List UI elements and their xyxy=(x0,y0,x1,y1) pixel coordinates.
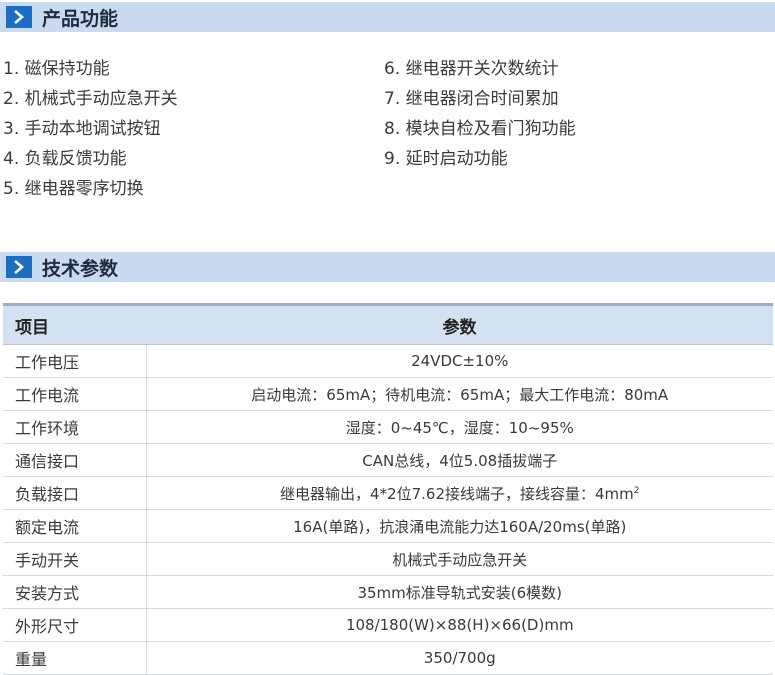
spec-table: 项目 参数 工作电压 24VDC±10% 工作电流 启动电流：65mA；待机电流… xyxy=(3,303,773,675)
chevron-right-icon xyxy=(6,256,32,278)
row-label: 额定电流 xyxy=(3,509,147,543)
column-header-param: 参数 xyxy=(146,303,773,345)
row-value: 108/180(W)×88(H)×66(D)mm xyxy=(146,608,773,642)
row-label: 工作电压 xyxy=(3,344,147,378)
table-row: 工作电压 24VDC±10% xyxy=(3,344,773,378)
table-row: 重量 350/700g xyxy=(3,641,773,675)
table-row: 工作电流 启动电流：65mA；待机电流：65mA；最大工作电流：80mA xyxy=(3,377,773,411)
table-row: 外形尺寸 108/180(W)×88(H)×66(D)mm xyxy=(3,608,773,642)
feature-item: 8. 模块自检及看门狗功能 xyxy=(384,119,576,139)
table-row: 负载接口 继电器输出，4*2位7.62接线端子，接线容量：4mm2 xyxy=(3,476,773,510)
row-label: 重量 xyxy=(3,641,147,675)
row-value: 继电器输出，4*2位7.62接线端子，接线容量：4mm xyxy=(280,484,634,503)
section-header-features: 产品功能 xyxy=(0,2,775,32)
row-value: 湿度：0~45℃，湿度：10~95% xyxy=(146,410,773,444)
row-label: 负载接口 xyxy=(3,476,147,510)
table-row: 工作环境 湿度：0~45℃，湿度：10~95% xyxy=(3,410,773,444)
feature-item: 2. 机械式手动应急开关 xyxy=(3,89,178,109)
row-label: 通信接口 xyxy=(3,443,147,477)
table-row: 手动开关 机械式手动应急开关 xyxy=(3,542,773,576)
feature-item: 7. 继电器闭合时间累加 xyxy=(384,89,559,109)
row-label: 工作环境 xyxy=(3,410,147,444)
row-label: 安装方式 xyxy=(3,575,147,609)
table-row: 通信接口 CAN总线，4位5.08插拔端子 xyxy=(3,443,773,477)
feature-list: 1. 磁保持功能 2. 机械式手动应急开关 3. 手动本地调试按钮 4. 负载反… xyxy=(3,54,773,202)
row-value: 启动电流：65mA；待机电流：65mA；最大工作电流：80mA xyxy=(146,377,773,411)
row-value: CAN总线，4位5.08插拔端子 xyxy=(146,443,773,477)
feature-item: 5. 继电器零序切换 xyxy=(3,179,144,199)
superscript: 2 xyxy=(633,485,640,496)
section-title-features: 产品功能 xyxy=(42,7,119,30)
row-value-with-superscript: 继电器输出，4*2位7.62接线端子，接线容量：4mm2 xyxy=(146,476,773,510)
table-row: 额定电流 16A(单路)，抗浪涌电流能力达160A/20ms(单路) xyxy=(3,509,773,543)
section-title-specs: 技术参数 xyxy=(42,257,119,280)
column-header-item: 项目 xyxy=(3,303,146,345)
feature-item: 9. 延时启动功能 xyxy=(384,149,508,169)
row-label: 工作电流 xyxy=(3,377,147,411)
row-label: 手动开关 xyxy=(3,542,147,576)
feature-item: 3. 手动本地调试按钮 xyxy=(3,119,161,139)
feature-item: 6. 继电器开关次数统计 xyxy=(384,59,559,79)
feature-item: 4. 负载反馈功能 xyxy=(3,149,127,169)
table-header-row: 项目 参数 xyxy=(3,303,773,345)
chevron-right-icon xyxy=(6,6,32,28)
row-value: 350/700g xyxy=(146,641,773,675)
section-header-specs: 技术参数 xyxy=(0,252,775,282)
feature-item: 1. 磁保持功能 xyxy=(3,59,110,79)
row-value: 24VDC±10% xyxy=(146,344,773,378)
row-value: 机械式手动应急开关 xyxy=(146,542,773,576)
row-value: 16A(单路)，抗浪涌电流能力达160A/20ms(单路) xyxy=(146,509,773,543)
row-label: 外形尺寸 xyxy=(3,608,147,642)
table-row: 安装方式 35mm标准导轨式安装(6模数) xyxy=(3,575,773,609)
row-value: 35mm标准导轨式安装(6模数) xyxy=(146,575,773,609)
